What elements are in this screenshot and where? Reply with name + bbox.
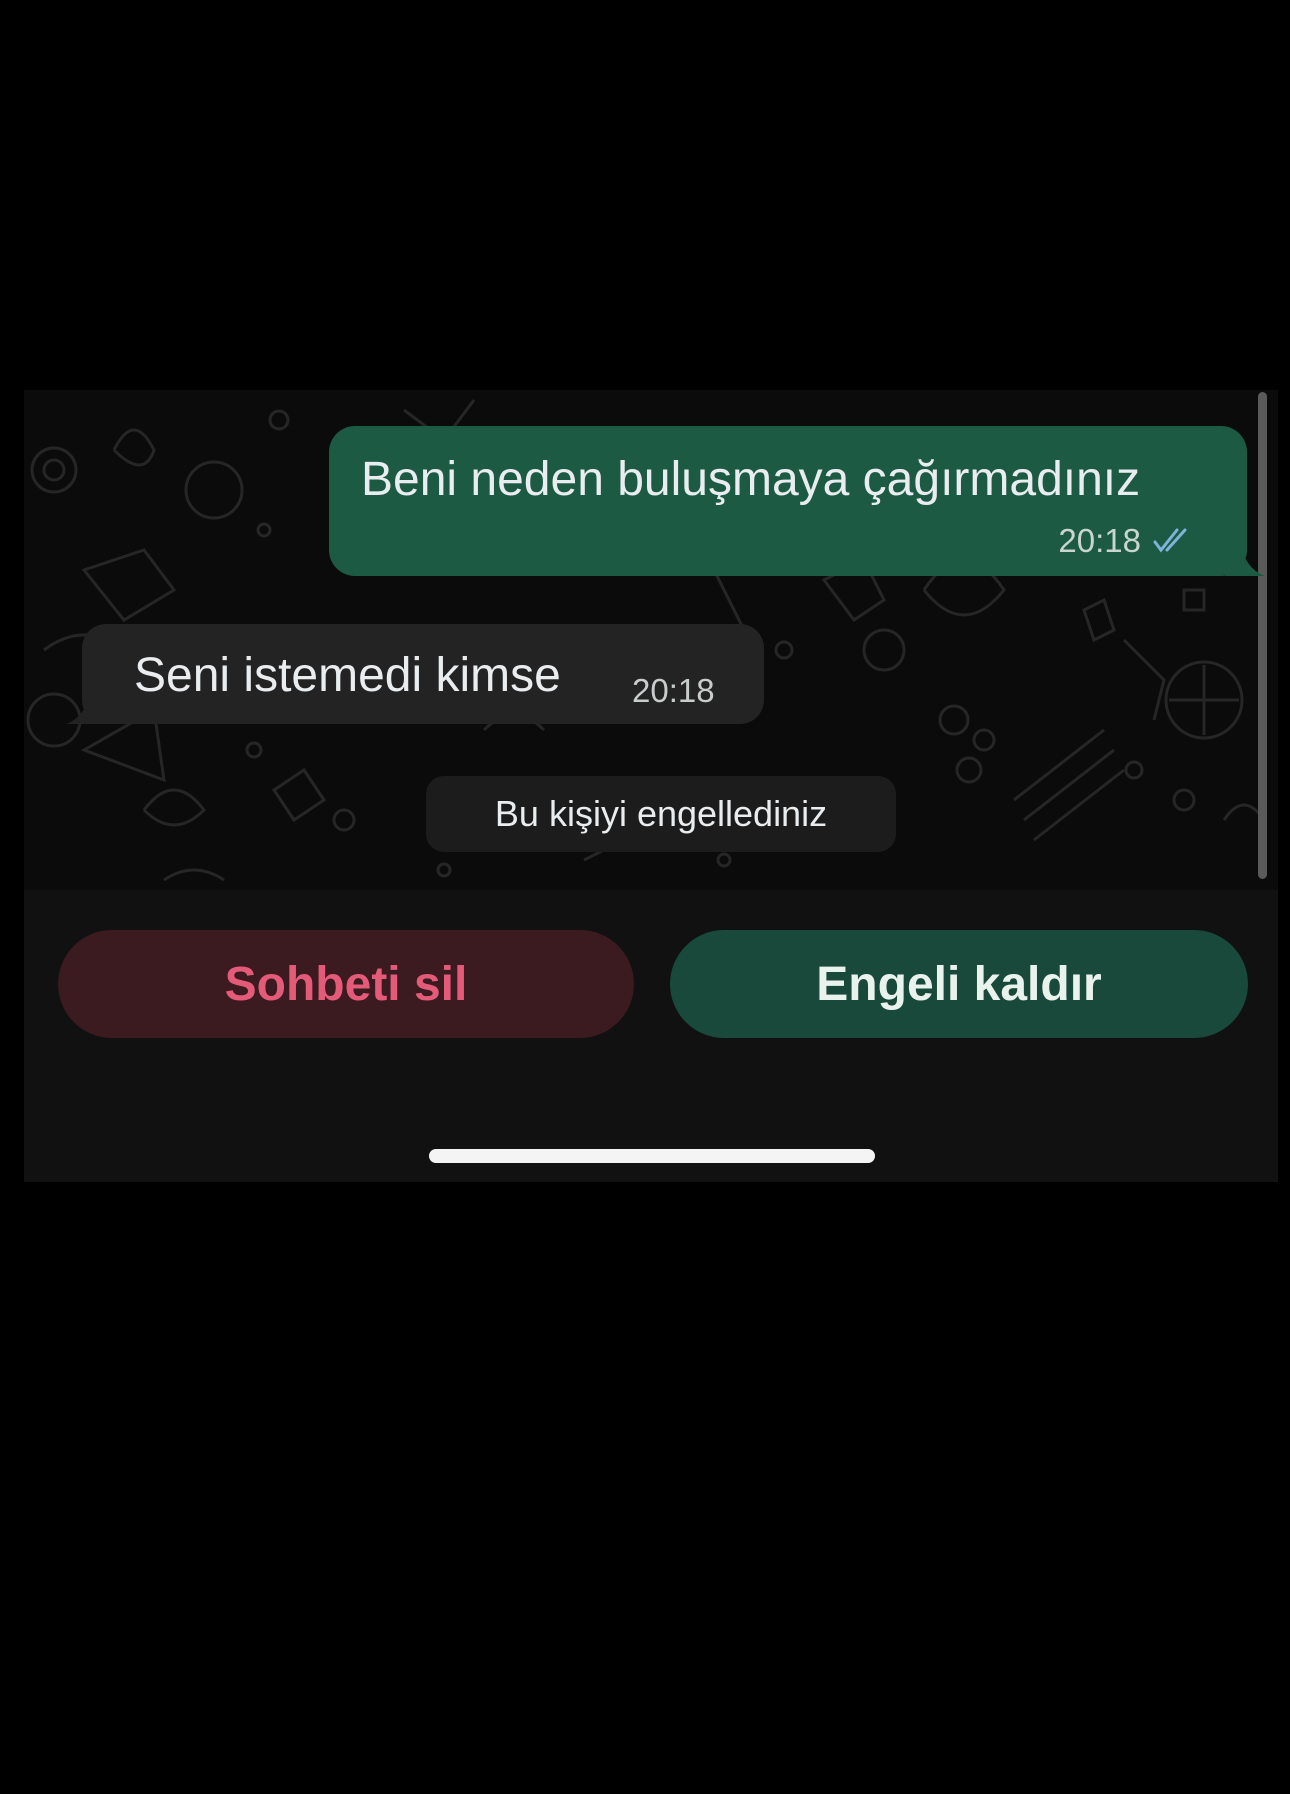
double-check-icon [1153, 528, 1187, 553]
home-indicator[interactable] [429, 1149, 875, 1163]
outgoing-message-bubble[interactable]: Beni neden buluşmaya çağırmadınız 20:18 [329, 426, 1265, 576]
scrollbar[interactable] [1258, 392, 1267, 879]
chat-area[interactable]: Beni neden buluşmaya çağırmadınız 20:18 … [24, 390, 1278, 890]
bubble-tail [1225, 536, 1265, 576]
blocked-actions-bar: Sohbeti sil Engeli kaldır [24, 890, 1278, 1182]
incoming-message-text: Seni istemedi kimse [134, 649, 561, 702]
incoming-message-bubble[interactable]: Seni istemedi kimse 20:18 [66, 624, 764, 724]
blocked-notice: Bu kişiyi engellediniz [426, 776, 896, 852]
outgoing-message-text: Beni neden buluşmaya çağırmadınız [361, 453, 1141, 506]
unblock-button[interactable]: Engeli kaldır [670, 930, 1248, 1038]
outgoing-message-time: 20:18 [1058, 522, 1141, 559]
chat-screen: Beni neden buluşmaya çağırmadınız 20:18 … [24, 390, 1278, 1182]
outgoing-message-meta: 20:18 [1058, 522, 1195, 560]
delete-chat-button[interactable]: Sohbeti sil [58, 930, 634, 1038]
incoming-message-time: 20:18 [632, 672, 715, 709]
bubble-tail [66, 684, 106, 724]
